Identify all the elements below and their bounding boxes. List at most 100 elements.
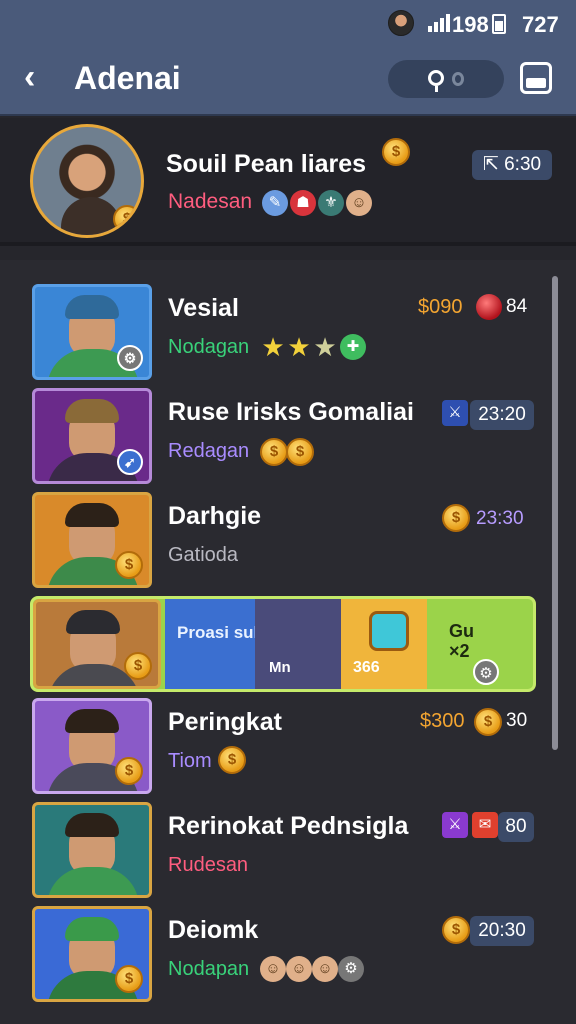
item-subtitle: Redagan xyxy=(168,440,250,462)
coin-icon: $ xyxy=(474,708,502,736)
coin-icon: $ xyxy=(124,652,152,680)
item-name: Peringkat xyxy=(168,708,282,736)
character-hat xyxy=(65,917,119,941)
list-item[interactable]: $ Darhgie Gatioda $ 23:30 xyxy=(28,492,548,592)
timer-chip[interactable]: ⇱ 6:30 xyxy=(472,150,552,180)
arrow-icon: ➹ xyxy=(117,449,143,475)
item-value-chip: 80 xyxy=(498,812,534,842)
gem-icon xyxy=(369,611,409,651)
item-name: Ruse Irisks Gomaliai xyxy=(168,398,414,426)
profile-header: $ Souil Pean liares $ Nadesan ✎ ☗ ⚜ ☺ ⇱ … xyxy=(0,118,576,246)
item-thumbnail: ➹ xyxy=(32,388,152,484)
item-value: 30 xyxy=(506,710,528,731)
item-value: 84 xyxy=(506,296,528,317)
feather-badge-icon: ✎ xyxy=(262,190,288,216)
item-price: $090 xyxy=(418,296,463,318)
wallet-icon[interactable] xyxy=(520,62,552,94)
status-bar: 198 727 xyxy=(0,0,576,48)
signal-icon xyxy=(428,14,450,32)
item-name: Deiomk xyxy=(168,916,259,944)
ruby-icon xyxy=(476,294,502,320)
character-hair xyxy=(65,813,119,837)
scrollbar[interactable] xyxy=(552,276,558,750)
banner-label: Mn xyxy=(269,659,291,676)
status-number: 198 xyxy=(452,12,489,37)
coin-icon: $ xyxy=(115,965,143,993)
item-thumbnail: $ xyxy=(32,698,152,794)
item-name: Vesial xyxy=(168,294,239,322)
profile-name: Souil Pean liares xyxy=(166,150,367,178)
item-subtitle: Gatioda xyxy=(168,544,239,566)
coin-icon: $ xyxy=(442,504,470,532)
face-badge-icon: ☺ xyxy=(260,956,286,982)
star-icon: ★ xyxy=(287,332,311,362)
item-subtitle: Nodapan xyxy=(168,958,250,980)
list-item[interactable]: Rerinokat Pednsigla Rudesan ⚔ ✉ 80 xyxy=(28,802,548,902)
item-thumbnail: $ xyxy=(32,492,152,588)
demon-badge-icon: ☗ xyxy=(290,190,316,216)
item-thumbnail: $ xyxy=(33,599,161,689)
list-item[interactable]: $ Deiomk Nodapan ☺ ☺ ☺ ⚙ $ 20:30 xyxy=(28,906,548,1006)
item-subtitle: Nodagan xyxy=(168,336,250,358)
item-price: $300 xyxy=(420,710,465,732)
wings-badge-icon: ⚜ xyxy=(318,190,344,216)
item-thumbnail: ⚙ xyxy=(32,284,152,380)
status-time: 727 xyxy=(522,12,559,37)
item-timer: 23:20 xyxy=(470,400,534,430)
banner-count: 366 xyxy=(353,659,380,676)
banner-reward-title: Gu xyxy=(449,621,474,641)
star-outline-icon: ★ xyxy=(313,332,337,362)
user-avatar-icon xyxy=(388,10,414,36)
profile-avatar[interactable]: $ xyxy=(30,124,144,238)
item-subtitle: Tiom xyxy=(168,750,212,772)
leaf-icon: ✚ xyxy=(340,334,366,360)
sword-icon: ⚔ xyxy=(442,400,468,426)
battery-icon xyxy=(492,14,506,34)
character-body xyxy=(47,867,139,895)
item-value: 80 xyxy=(505,816,527,837)
banner-card-2[interactable] xyxy=(255,599,341,689)
gear-icon: ⚙ xyxy=(473,659,499,685)
featured-banner[interactable]: $ Proasi sulhleas Mn 366 Gu ×2 ⚙ xyxy=(30,596,536,692)
face-badge-icon: ☺ xyxy=(286,956,312,982)
back-arrow-icon[interactable]: ‹ xyxy=(24,60,54,96)
banner-card-1[interactable] xyxy=(165,599,255,689)
item-name: Rerinokat Pednsigla xyxy=(168,812,409,840)
coin-icon: $ xyxy=(260,438,288,466)
gear-icon: ⚙ xyxy=(117,345,143,371)
coin-icon: $ xyxy=(115,551,143,579)
character-cap xyxy=(66,610,120,634)
coin-icon: $ xyxy=(218,746,246,774)
item-thumbnail: $ xyxy=(32,906,152,1002)
gear-icon: ⚙ xyxy=(338,956,364,982)
face-badge-icon: ☺ xyxy=(312,956,338,982)
coin-icon: $ xyxy=(115,757,143,785)
item-subtitle: Rudesan xyxy=(168,854,249,876)
list-item[interactable]: ➹ Ruse Irisks Gomaliai Redagan ⚔ 23:20 $… xyxy=(28,388,548,488)
list-item[interactable]: ⚙ Vesial Nodagan $090 84 ★ ★ ★ ✚ xyxy=(28,284,548,384)
character-hair xyxy=(65,503,119,527)
envelope-icon: ✉ xyxy=(472,812,498,838)
app-bar: ‹ Adenai xyxy=(0,48,576,116)
coin-icon: $ xyxy=(442,916,470,944)
coin-icon: $ xyxy=(113,205,141,233)
character-helmet xyxy=(65,399,119,423)
list-item[interactable]: $ Peringkat Tiom $ $300 $ 30 xyxy=(28,698,548,798)
item-timer: 23:30 xyxy=(476,508,524,529)
timer-value: 6:30 xyxy=(504,154,542,175)
sword-icon: ⚔ xyxy=(442,812,468,838)
item-timer: 20:30 xyxy=(470,916,534,946)
page-title: Adenai xyxy=(74,60,181,96)
character-hat xyxy=(65,295,119,319)
timer-chip-icon: ⇱ xyxy=(482,154,505,175)
coin-icon: $ xyxy=(382,138,410,166)
coin-icon: $ xyxy=(286,438,314,466)
banner-reward-multiplier: ×2 xyxy=(449,641,470,661)
search-pill[interactable] xyxy=(388,60,504,98)
item-thumbnail xyxy=(32,802,152,898)
profile-subtitle: Nadesan xyxy=(168,190,253,213)
location-pin-icon xyxy=(428,70,444,92)
face-badge-icon: ☺ xyxy=(346,190,372,216)
character-hair xyxy=(65,709,119,733)
toggle-dot-icon xyxy=(452,72,464,86)
